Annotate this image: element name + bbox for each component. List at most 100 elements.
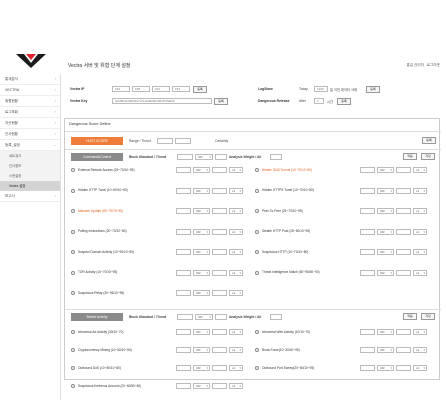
botnet-radio[interactable] [255, 366, 259, 370]
cnc-radio[interactable] [255, 270, 259, 275]
botnet-multiplier-select[interactable]: x1 [229, 347, 243, 353]
botnet-threshold-input[interactable] [360, 347, 375, 353]
sidebar-item-hr[interactable]: 인사현황 › [0, 129, 60, 140]
botnet-block-input[interactable] [177, 314, 193, 320]
cnc-value-input[interactable] [212, 187, 227, 194]
botnet-value-input[interactable] [396, 329, 411, 335]
ip-octet-4[interactable]: 153 [172, 86, 190, 92]
cnc-multiplier-select[interactable]: x1 [413, 187, 427, 194]
cnc-value-input[interactable] [396, 269, 411, 276]
ip-octet-2[interactable]: 168 [132, 86, 150, 92]
cnc-multiplier-select[interactable]: x1 [413, 208, 427, 214]
cnc-radio[interactable] [71, 270, 75, 275]
cnc-radio[interactable] [255, 168, 259, 172]
botnet-or-select[interactable]: OR [377, 329, 394, 335]
sidebar-item-log[interactable]: 로그조회 › [0, 107, 60, 118]
cnc-threshold-input[interactable] [176, 290, 191, 296]
sidebar-sub-vectra[interactable]: Vectra 설정 [0, 181, 60, 191]
cnc-multiplier-select[interactable]: x1 [229, 269, 243, 276]
cnc-radio[interactable] [71, 168, 75, 172]
cnc-threshold-input[interactable] [176, 187, 191, 194]
cnc-value-input[interactable] [396, 208, 411, 214]
cnc-weight-input[interactable] [270, 154, 282, 160]
sidebar-item-threat[interactable]: 위협현황 › [0, 96, 60, 107]
sidebar-item-settings[interactable]: 등록_설정 ⌄ [0, 140, 60, 151]
cnc-or-select[interactable]: OR [193, 269, 210, 276]
cnc-threshold-input[interactable] [360, 249, 375, 255]
ip-octet-3[interactable]: 222 [152, 86, 170, 92]
key-save-button[interactable]: 등록 [214, 97, 228, 105]
botnet-radio[interactable] [71, 348, 75, 352]
cnc-radio[interactable] [71, 250, 75, 254]
ip-octet-1[interactable]: 192 [112, 86, 130, 92]
botnet-radio[interactable] [255, 330, 259, 334]
cnc-radio[interactable] [255, 209, 259, 213]
cnc-multiplier-select[interactable]: x1 [229, 228, 243, 235]
cnc-or-select[interactable]: OR [193, 208, 210, 214]
cnc-threshold-input[interactable] [176, 249, 191, 255]
cnc-or-select[interactable]: OR [377, 187, 394, 194]
cnc-multiplier-select[interactable]: x1 [413, 249, 427, 255]
cnc-multiplier-select[interactable]: x1 [413, 167, 427, 173]
cnc-threshold-input[interactable] [176, 167, 191, 173]
botnet-threshold-input[interactable] [360, 365, 375, 371]
host-score-save-button[interactable]: 등록 [422, 137, 436, 144]
botnet-save-button[interactable]: 저장 [421, 313, 435, 320]
botnet-radio[interactable] [71, 384, 75, 388]
botnet-or-select[interactable]: OR [195, 314, 213, 320]
cnc-block-input[interactable] [177, 154, 193, 160]
cnc-radio[interactable] [255, 229, 259, 234]
release-hours-input[interactable]: 3 [314, 98, 324, 104]
cnc-radio[interactable] [71, 209, 75, 213]
cnc-radio[interactable] [71, 229, 75, 234]
botnet-or-select[interactable]: OR [377, 347, 394, 353]
sidebar-item-report[interactable]: 보고서 › [0, 191, 60, 202]
botnet-value-input[interactable] [212, 365, 227, 371]
host-score-tab[interactable]: HOST SCORE [71, 137, 123, 145]
botnet-threshold-input[interactable] [176, 347, 191, 353]
cnc-or-select[interactable]: OR [193, 228, 210, 235]
cnc-threshold-input[interactable] [360, 167, 375, 173]
cnc-or-select[interactable]: OR [195, 154, 213, 160]
cnc-multiplier-select[interactable]: x1 [413, 228, 427, 235]
cnc-value-input[interactable] [396, 167, 411, 173]
cnc-or-select[interactable]: OR [193, 249, 210, 255]
botnet-threshold-input[interactable] [360, 329, 375, 335]
botnet-radio[interactable] [71, 330, 75, 334]
cnc-value-input[interactable] [212, 290, 227, 296]
botnet-or-select[interactable]: OR [193, 365, 210, 371]
cnc-save-button[interactable]: 저장 [421, 153, 435, 160]
logstore-save-button[interactable]: 등록 [366, 85, 380, 93]
logout-link[interactable]: 로그아웃 [427, 63, 440, 68]
cnc-or-select[interactable]: OR [193, 167, 210, 173]
cnc-radio[interactable] [255, 250, 259, 254]
cnc-multiplier-select[interactable]: x1 [229, 208, 243, 214]
cnc-value-input[interactable] [212, 249, 227, 255]
sidebar-item-asset[interactable]: 자산현황 › [0, 118, 60, 129]
sidebar-item-vectra[interactable]: VECTRA › [0, 85, 60, 96]
botnet-or-select[interactable]: OR [193, 383, 210, 389]
range-max-input[interactable] [175, 138, 191, 144]
cnc-value-input[interactable] [396, 249, 411, 255]
cnc-value-input[interactable] [212, 228, 227, 235]
cnc-threshold-input[interactable] [176, 208, 191, 214]
cnc-multiplier-select[interactable]: x1 [413, 269, 427, 276]
botnet-value-input[interactable] [212, 347, 227, 353]
cnc-threshold-input[interactable] [360, 208, 375, 214]
botnet-threshold-input[interactable] [215, 314, 227, 320]
botnet-radio[interactable] [71, 366, 75, 370]
botnet-threshold-input[interactable] [176, 383, 191, 389]
botnet-value-input[interactable] [212, 383, 227, 389]
release-save-button[interactable]: 등록 [337, 97, 351, 105]
botnet-value-input[interactable] [396, 347, 411, 353]
cnc-or-select[interactable]: OR [377, 269, 394, 276]
vectra-key-input[interactable]: 0cb6812c390b2a7a7ec0dd69d1091f7dfa6b5 [112, 98, 212, 104]
sidebar-item-stats[interactable]: 통계분석 › [0, 74, 60, 85]
cnc-radio[interactable] [71, 291, 75, 295]
cnc-tab[interactable]: Command&Control [71, 153, 123, 161]
botnet-value-input[interactable] [212, 329, 227, 335]
range-min-input[interactable] [157, 138, 173, 144]
cnc-or-select[interactable]: OR [377, 167, 394, 173]
cnc-multiplier-select[interactable]: x1 [229, 187, 243, 194]
cnc-or-select[interactable]: OR [193, 290, 210, 296]
